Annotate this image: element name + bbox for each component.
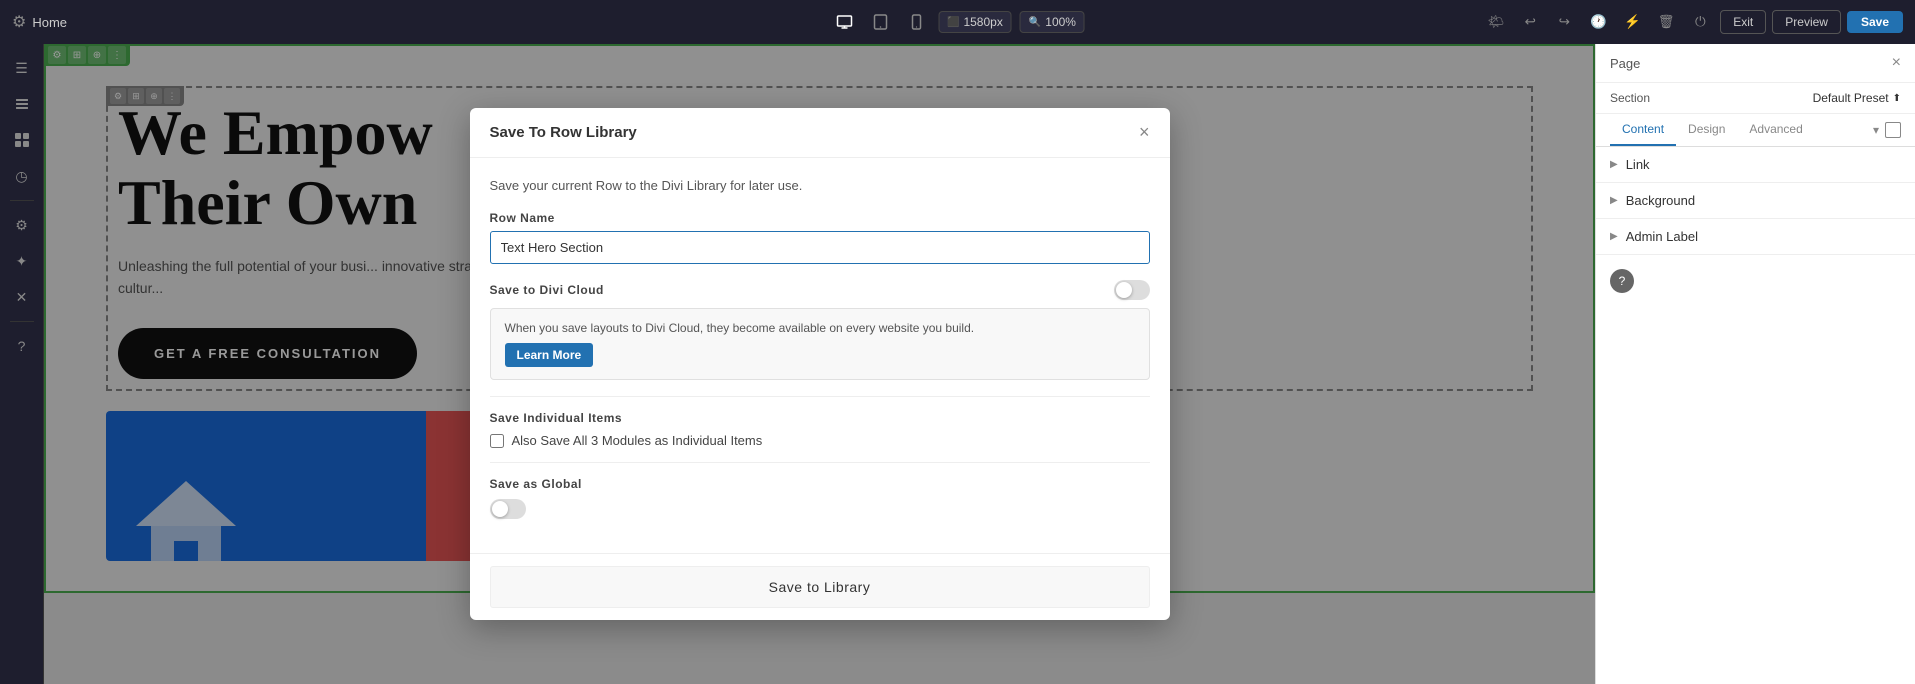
mobile-view-btn[interactable]	[902, 8, 930, 36]
admin-label-text: Admin Label	[1626, 229, 1698, 244]
panel-item-admin-label[interactable]: ▶ Admin Label	[1596, 219, 1915, 255]
individual-checkbox[interactable]	[490, 434, 504, 448]
panel-item-background[interactable]: ▶ Background	[1596, 183, 1915, 219]
zoom-display[interactable]: 🔍 100%	[1020, 11, 1085, 33]
tab-design[interactable]: Design	[1676, 114, 1737, 146]
row-name-input[interactable]	[490, 231, 1150, 264]
responsive-btn[interactable]: ⚡	[1618, 8, 1646, 36]
viewport-size-display[interactable]: ⬛ 1580px	[938, 11, 1012, 33]
global-toggle[interactable]	[490, 499, 526, 519]
cloud-label: Save to Divi Cloud	[490, 283, 604, 297]
cloud-info-text: When you save layouts to Divi Cloud, the…	[505, 321, 1135, 335]
top-toolbar: ⚙ Home ⬛ 1580px 🔍 100% 🌤 ↩ ↪ 🕐 ⚡ 🗑 ⏻ Exi…	[0, 0, 1915, 44]
save-button[interactable]: Save	[1847, 11, 1903, 33]
zoom-value: 100%	[1045, 15, 1076, 29]
toolbar-center: ⬛ 1580px 🔍 100%	[830, 8, 1085, 36]
tab-content[interactable]: Content	[1610, 114, 1676, 146]
individual-section: Save Individual Items Also Save All 3 Mo…	[490, 411, 1150, 448]
home-gear-icon[interactable]: ⚙	[12, 12, 26, 32]
global-section: Save as Global	[490, 477, 1150, 519]
tab-advanced[interactable]: Advanced	[1737, 114, 1814, 146]
trash-btn[interactable]: 🗑	[1652, 8, 1680, 36]
panel-item-link[interactable]: ▶ Link	[1596, 147, 1915, 183]
cloud-toggle[interactable]	[1114, 280, 1150, 300]
row-name-label: Row Name	[490, 211, 1150, 225]
redo-btn[interactable]: ↪	[1550, 8, 1578, 36]
sidebar-icon-layers[interactable]	[6, 88, 38, 120]
panel-tabs: Content Design Advanced ▾	[1596, 114, 1915, 147]
cloud-toggle-row: Save to Divi Cloud	[490, 280, 1150, 300]
individual-label: Save Individual Items	[490, 411, 1150, 425]
panel-header: Page ×	[1596, 44, 1915, 83]
sidebar-divider-2	[10, 321, 34, 322]
sidebar-icon-settings[interactable]: ⚙	[6, 209, 38, 241]
link-label: Link	[1626, 157, 1650, 172]
modal-body: Save your current Row to the Divi Librar…	[470, 158, 1170, 553]
cloud-info-box: When you save layouts to Divi Cloud, the…	[490, 308, 1150, 380]
desktop-view-btn[interactable]	[830, 8, 858, 36]
panel-tab-extra: ▾	[1873, 114, 1901, 146]
tab-toggle-btn[interactable]	[1885, 122, 1901, 138]
panel-help: ?	[1596, 255, 1915, 307]
history-btn[interactable]: 🕐	[1584, 8, 1612, 36]
sidebar-icon-modules[interactable]	[6, 124, 38, 156]
sidebar-icon-help[interactable]: ?	[6, 330, 38, 362]
sidebar-icon-magic[interactable]: ✦	[6, 245, 38, 277]
preset-up-arrow[interactable]: ⬆	[1893, 93, 1901, 104]
modal-divider	[490, 396, 1150, 397]
link-arrow-icon: ▶	[1610, 159, 1618, 170]
viewport-size-value: 1580px	[963, 15, 1002, 29]
background-label: Background	[1626, 193, 1695, 208]
right-panel: Page × Section Default Preset ⬆ Content …	[1595, 44, 1915, 684]
modal-overlay: Save To Row Library × Save your current …	[44, 44, 1595, 684]
modal-description: Save your current Row to the Divi Librar…	[490, 178, 1150, 193]
modal-title: Save To Row Library	[490, 124, 637, 141]
canvas-area: ⚙ ⊞ ⊕ ⋮ ⚙ ⊞ ⊕ ⋮ We Empow Their Own Unlea…	[44, 44, 1595, 684]
checkbox-label: Also Save All 3 Modules as Individual It…	[512, 433, 763, 448]
panel-page-label: Page	[1610, 56, 1640, 71]
row-name-group: Row Name	[490, 211, 1150, 264]
toolbar-right: 🌤 ↩ ↪ 🕐 ⚡ 🗑 ⏻ Exit Preview Save	[1482, 8, 1903, 36]
tablet-view-btn[interactable]	[866, 8, 894, 36]
left-sidebar: ☰ ◷ ⚙ ✦ ✕ ?	[0, 44, 44, 684]
help-button[interactable]: ?	[1610, 269, 1634, 293]
undo-btn[interactable]: ↩	[1516, 8, 1544, 36]
modal-header: Save To Row Library ×	[470, 108, 1170, 158]
tab-chevron-down[interactable]: ▾	[1873, 123, 1879, 137]
sidebar-divider-1	[10, 200, 34, 201]
home-section: ⚙ Home	[12, 12, 67, 32]
modal-close-btn[interactable]: ×	[1139, 122, 1150, 143]
sun-moon-toggle[interactable]: 🌤	[1482, 8, 1510, 36]
panel-section-row: Section Default Preset ⬆	[1596, 83, 1915, 114]
power-btn[interactable]: ⏻	[1686, 8, 1714, 36]
global-label: Save as Global	[490, 477, 1150, 491]
save-to-library-btn[interactable]: Save to Library	[490, 566, 1150, 608]
main-layout: ☰ ◷ ⚙ ✦ ✕ ? ⚙ ⊞ ⊕ ⋮ ⚙ ⊞	[0, 44, 1915, 684]
learn-more-btn[interactable]: Learn More	[505, 343, 594, 367]
panel-close-btn[interactable]: ×	[1892, 54, 1901, 72]
panel-section-label: Section	[1610, 91, 1650, 105]
home-label: Home	[32, 15, 67, 30]
sidebar-icon-cross[interactable]: ✕	[6, 281, 38, 313]
background-arrow-icon: ▶	[1610, 195, 1618, 206]
modal-divider-2	[490, 462, 1150, 463]
modal-footer: Save to Library	[470, 553, 1170, 620]
admin-label-arrow-icon: ▶	[1610, 231, 1618, 242]
preview-button[interactable]: Preview	[1772, 10, 1841, 34]
sidebar-icon-menu[interactable]: ☰	[6, 52, 38, 84]
panel-section-preset: Default Preset ⬆	[1813, 91, 1901, 105]
sidebar-icon-history[interactable]: ◷	[6, 160, 38, 192]
checkbox-row: Also Save All 3 Modules as Individual It…	[490, 433, 1150, 448]
exit-button[interactable]: Exit	[1720, 10, 1766, 34]
save-row-modal: Save To Row Library × Save your current …	[470, 108, 1170, 620]
